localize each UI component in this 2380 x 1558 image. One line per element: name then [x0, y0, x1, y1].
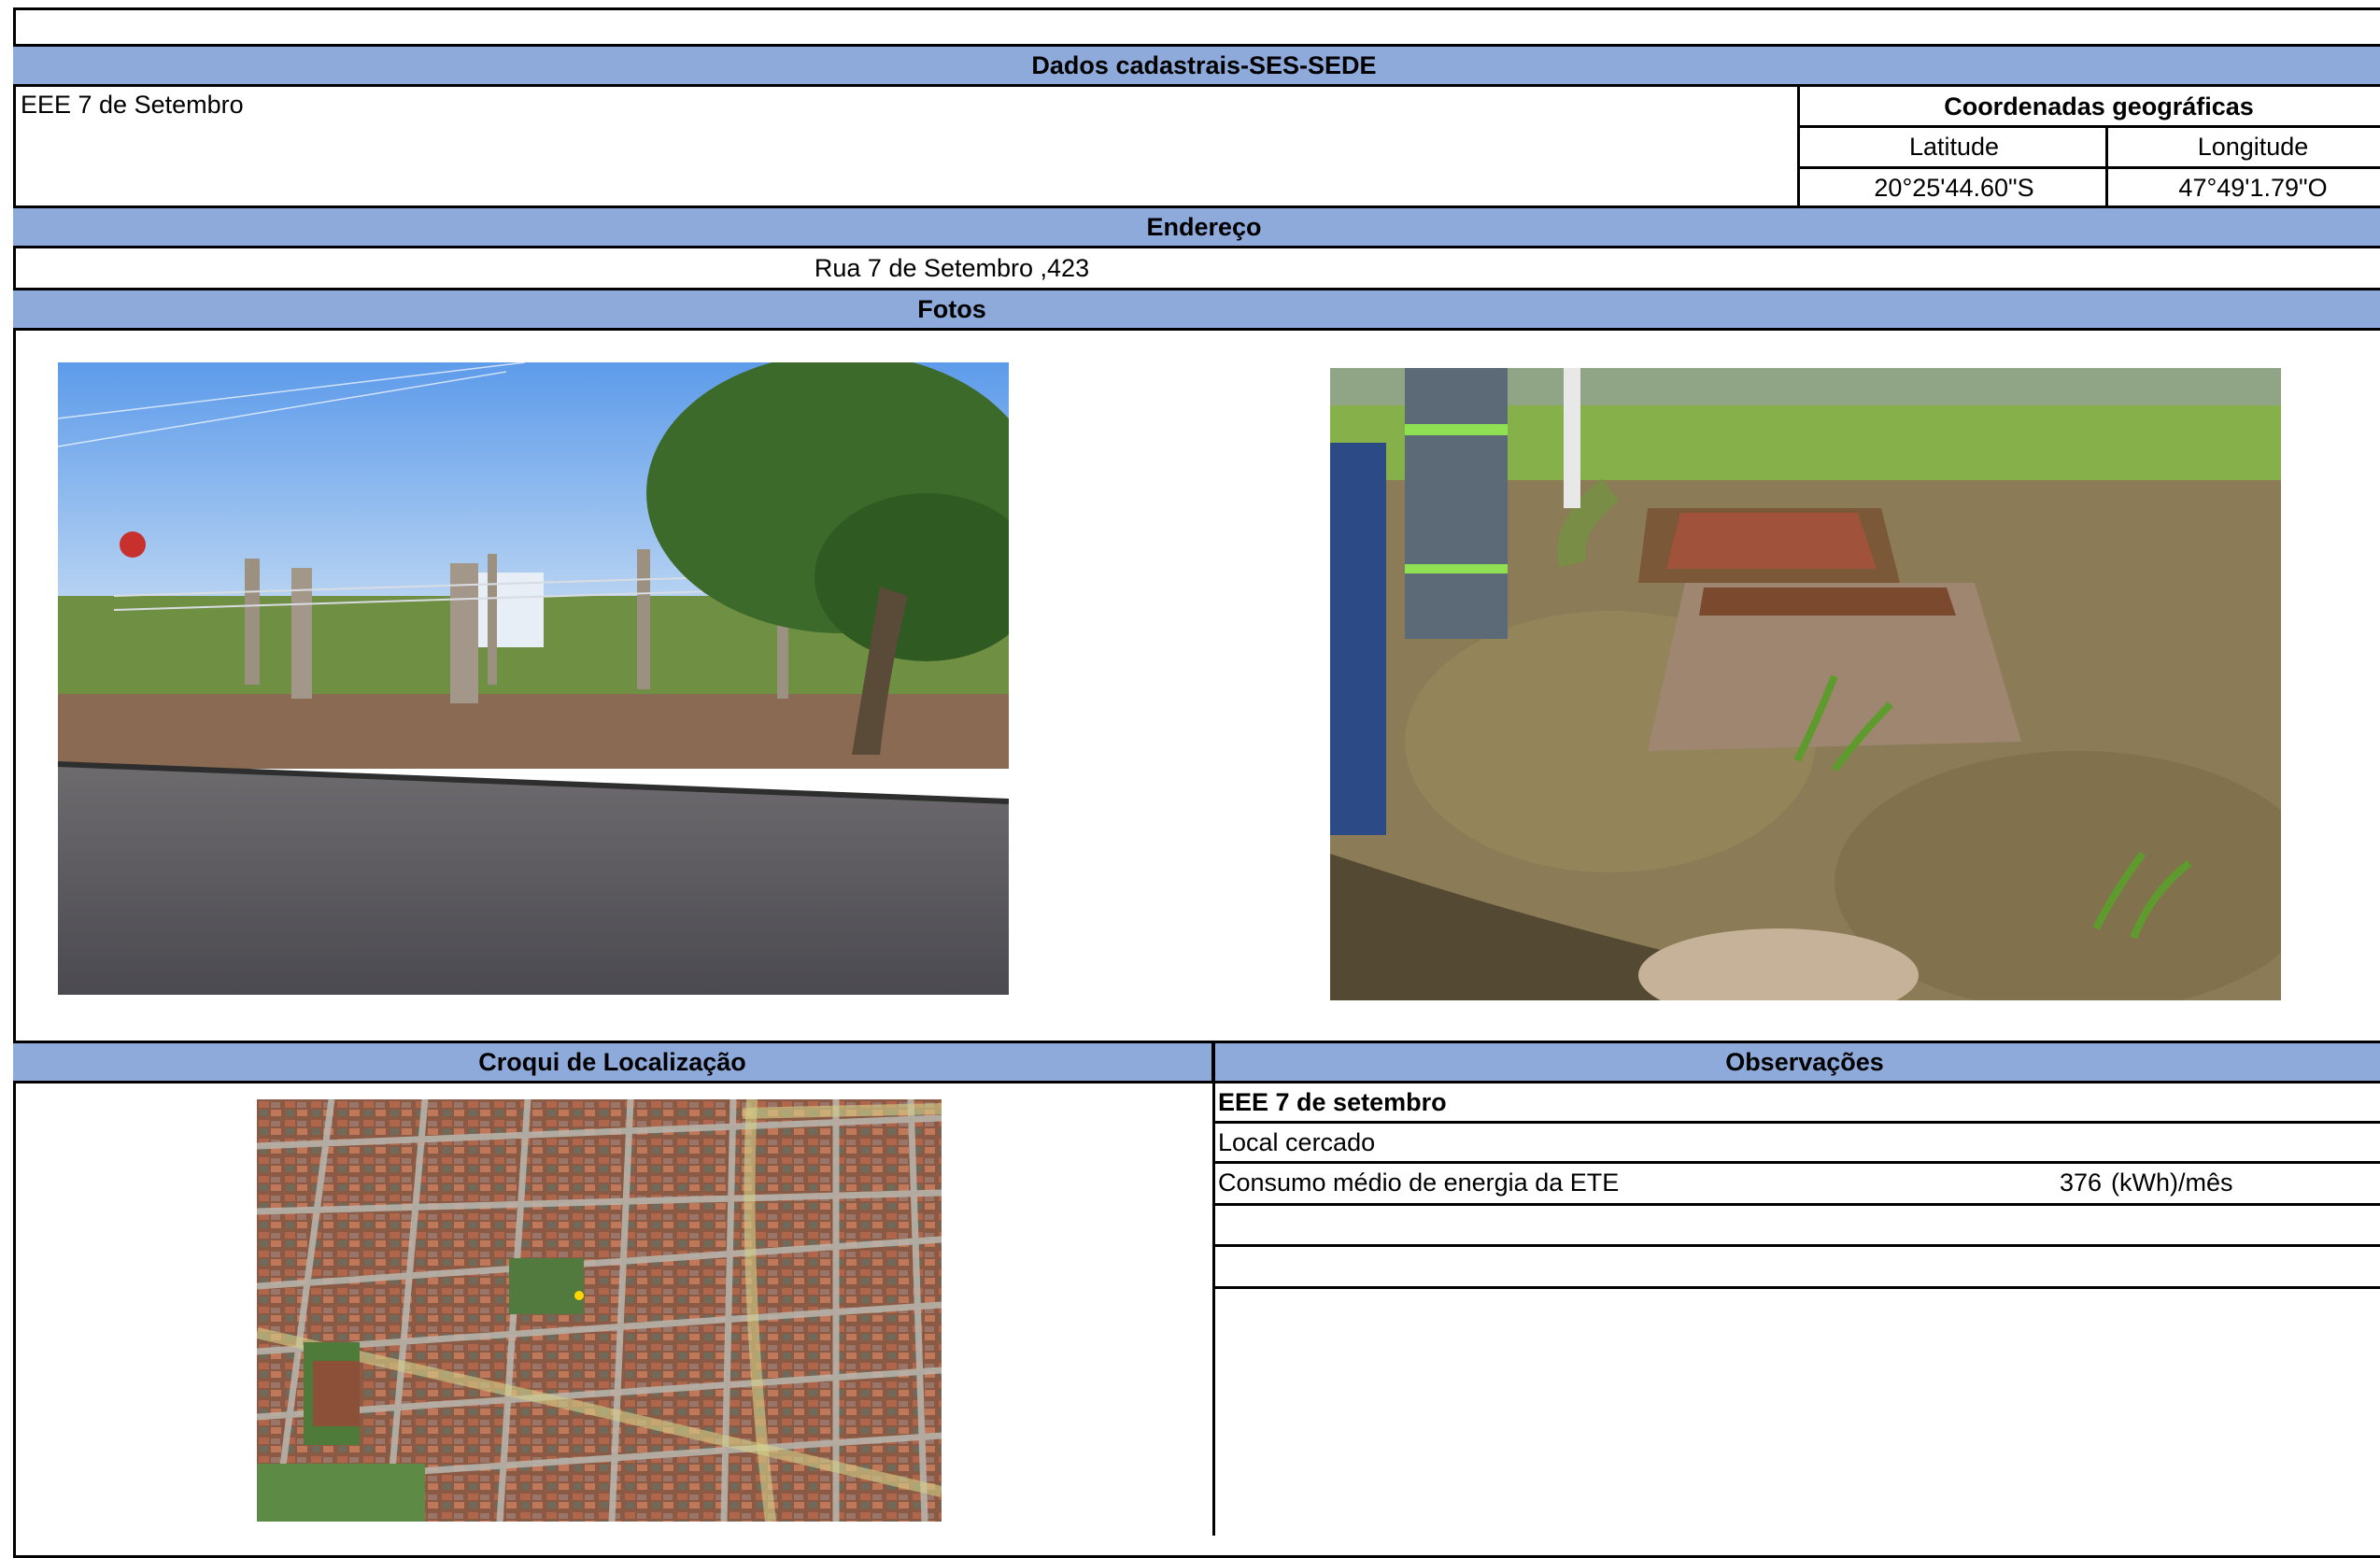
- energy-consumption-value: 376: [2060, 1168, 2103, 1197]
- address-value: Rua 7 de Setembro ,423: [814, 253, 1090, 282]
- obs-line-1: EEE 7 de setembro: [1218, 1087, 1447, 1116]
- croqui-header: Croqui de Localização: [478, 1047, 746, 1076]
- obs-row-3: Consumo médio de energia da ETE 376 (kWh…: [1216, 1164, 2380, 1201]
- address-value-cell: Rua 7 de Setembro ,423: [13, 248, 2380, 288]
- energy-consumption-label: Consumo médio de energia da ETE: [1218, 1168, 1620, 1197]
- photo-station-lids: [1330, 368, 2281, 1000]
- coords-header: Coordenadas geográficas: [1800, 87, 2380, 126]
- latitude-value-cell: 20°25'44.60"S: [1800, 169, 2108, 206]
- sheet-title-band: Dados cadastrais-SES-SEDE: [13, 44, 2380, 87]
- observacoes-header: Observações: [1725, 1047, 1884, 1076]
- obs-divider-5: [1214, 1286, 2380, 1289]
- coords-header-label: Coordenadas geográficas: [1944, 92, 2254, 120]
- site-name: EEE 7 de Setembro: [21, 91, 244, 119]
- longitude-label: Longitude: [2197, 133, 2309, 161]
- address-band: Endereço: [13, 205, 2380, 248]
- obs-divider-4: [1214, 1244, 2380, 1247]
- longitude-value-cell: 47°49'1.79"O: [2108, 169, 2380, 206]
- site-name-cell: EEE 7 de Setembro: [19, 87, 1793, 122]
- obs-row-2: Local cercado: [1216, 1124, 2380, 1161]
- photo-station-lids-icon: [1330, 368, 2281, 1000]
- satellite-map-icon: [257, 1099, 942, 1522]
- sheet-title: Dados cadastrais-SES-SEDE: [1031, 50, 1377, 79]
- obs-line-2: Local cercado: [1218, 1127, 1376, 1156]
- photo-street-fence-icon: [58, 362, 1009, 995]
- obs-row-1: EEE 7 de setembro: [1216, 1084, 2380, 1121]
- latitude-label: Latitude: [1908, 133, 2000, 161]
- observacoes-band: Observações: [1214, 1041, 2380, 1084]
- photo-street-fence: [58, 362, 1009, 995]
- latitude-value: 20°25'44.60"S: [1874, 173, 2034, 202]
- energy-consumption-unit: (kWh)/mês: [2111, 1168, 2233, 1197]
- longitude-label-cell: Longitude: [2108, 128, 2380, 166]
- croqui-band: Croqui de Localização: [13, 1041, 1214, 1084]
- satellite-map: [257, 1099, 942, 1522]
- obs-divider-3: [1214, 1203, 2380, 1206]
- photos-band: Fotos: [13, 288, 2380, 331]
- photos-header: Fotos: [917, 294, 986, 323]
- address-header: Endereço: [1146, 212, 1262, 241]
- longitude-value: 47°49'1.79"O: [2178, 173, 2328, 202]
- latitude-label-cell: Latitude: [1800, 128, 2108, 166]
